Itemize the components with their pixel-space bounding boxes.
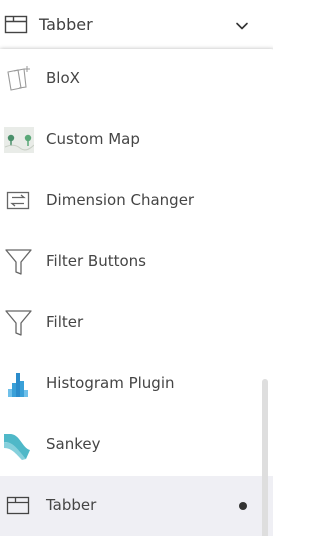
option-label: Dimension Changer xyxy=(46,191,195,209)
option-label: Sankey xyxy=(46,435,101,453)
chevron-down-icon[interactable] xyxy=(235,18,249,32)
plugin-select[interactable]: Tabber xyxy=(0,0,273,50)
option-tabber[interactable]: Tabber xyxy=(0,476,273,536)
option-histogram-plugin[interactable]: Histogram Plugin xyxy=(0,354,273,415)
option-label: Filter Buttons xyxy=(46,252,146,270)
option-label: BloX xyxy=(46,69,80,87)
blox-icon xyxy=(4,64,34,94)
dropdown-menu: BloX Custom Map Dimension Changer Filter… xyxy=(0,49,273,536)
option-blox[interactable]: BloX xyxy=(0,49,273,110)
option-dimension-changer[interactable]: Dimension Changer xyxy=(0,171,273,232)
filter-icon xyxy=(4,308,34,338)
option-label: Custom Map xyxy=(46,130,140,148)
option-label: Histogram Plugin xyxy=(46,374,175,392)
option-filter-buttons[interactable]: Filter Buttons xyxy=(0,232,273,293)
option-label: Tabber xyxy=(46,496,97,514)
sankey-icon xyxy=(4,430,34,460)
selected-indicator-dot xyxy=(239,502,247,510)
tabber-icon xyxy=(4,14,28,36)
option-custom-map[interactable]: Custom Map xyxy=(0,110,273,171)
tabber-icon xyxy=(4,491,34,521)
option-label: Filter xyxy=(46,313,84,331)
option-sankey[interactable]: Sankey xyxy=(0,415,273,476)
scrollbar[interactable] xyxy=(262,379,268,536)
scrollbar-thumb[interactable] xyxy=(262,379,268,536)
plugin-select-widget: Tabber BloX Custom Map Dimension Changer… xyxy=(0,0,273,536)
option-filter[interactable]: Filter xyxy=(0,293,273,354)
dimension-changer-icon xyxy=(4,186,34,216)
selected-value: Tabber xyxy=(39,15,93,34)
filter-buttons-icon xyxy=(4,247,34,277)
histogram-icon xyxy=(4,369,34,399)
custom-map-icon xyxy=(4,125,35,155)
